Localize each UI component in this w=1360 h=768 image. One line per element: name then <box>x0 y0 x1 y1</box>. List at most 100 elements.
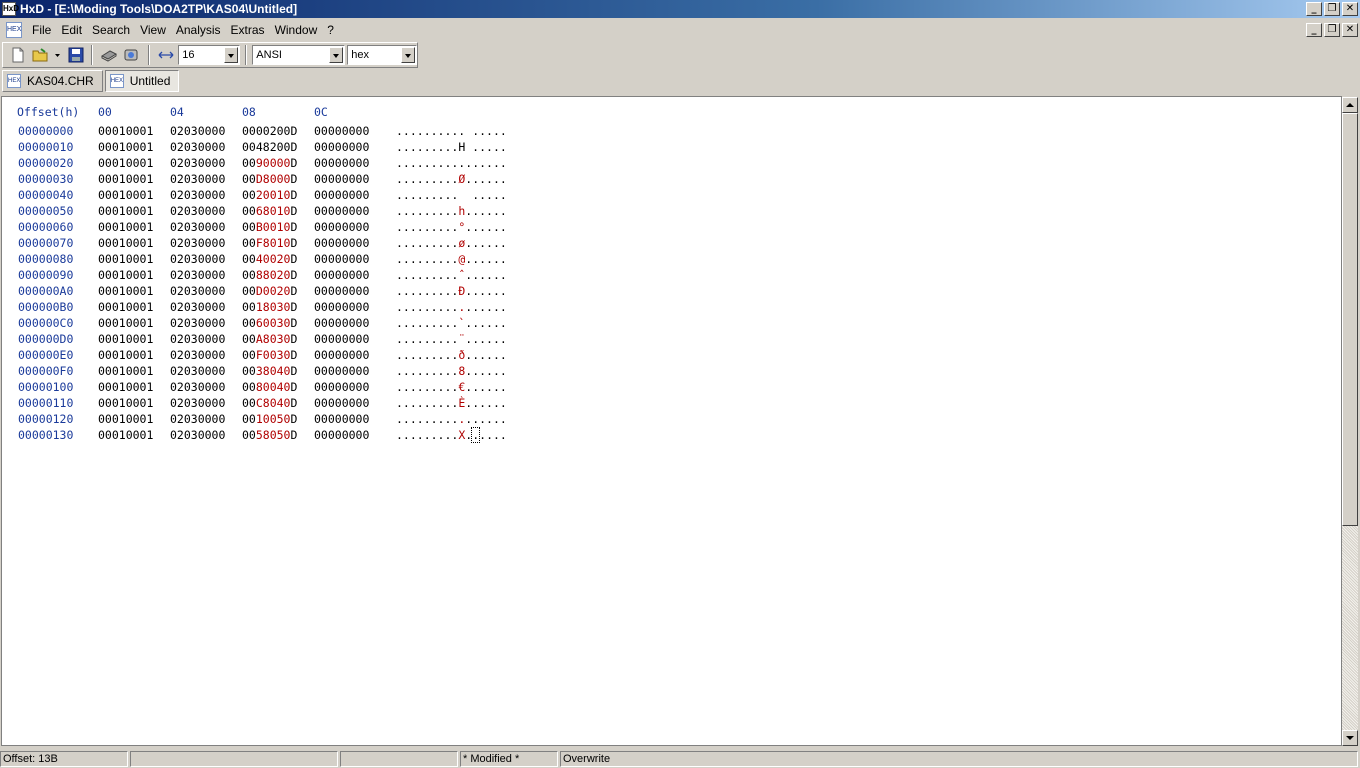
new-file-icon[interactable] <box>7 44 28 66</box>
row-offset[interactable]: 000000D0 <box>18 331 73 347</box>
row-offset[interactable]: 00000120 <box>18 411 73 427</box>
ascii-text[interactable]: .........8...... <box>396 363 507 379</box>
ascii-text[interactable]: .........h...... <box>396 203 507 219</box>
hex-row[interactable]: 00000130 00010001 02030000 0058050D 00000000… <box>2 427 602 443</box>
hex-group[interactable]: 00010001 <box>98 203 153 219</box>
hex-group[interactable]: 00010001 <box>98 331 153 347</box>
hex-group[interactable]: 0000200D <box>242 123 297 139</box>
hex-group[interactable]: 00010001 <box>98 283 153 299</box>
row-offset[interactable]: 000000E0 <box>18 347 73 363</box>
hex-group[interactable]: 0038040D <box>242 363 297 379</box>
hex-row[interactable]: 00000000 00010001 02030000 0000200D 00000000… <box>2 123 602 139</box>
hex-group[interactable]: 02030000 <box>170 155 225 171</box>
hex-group[interactable]: 00000000 <box>314 363 369 379</box>
hex-group[interactable]: 00B0010D <box>242 219 297 235</box>
hex-group[interactable]: 0088020D <box>242 267 297 283</box>
hex-row[interactable]: 00000060 00010001 02030000 00B0010D 00000000… <box>2 219 602 235</box>
open-ram-icon[interactable] <box>122 44 143 66</box>
hex-group[interactable]: 02030000 <box>170 315 225 331</box>
ascii-text[interactable]: .........€...... <box>396 379 507 395</box>
row-offset[interactable]: 000000C0 <box>18 315 73 331</box>
hex-group[interactable]: 02030000 <box>170 427 225 443</box>
hex-group[interactable]: 02030000 <box>170 395 225 411</box>
hex-group[interactable]: 02030000 <box>170 203 225 219</box>
hex-group[interactable]: 00000000 <box>314 427 369 443</box>
row-offset[interactable]: 00000060 <box>18 219 73 235</box>
hex-group[interactable]: 0068010D <box>242 203 297 219</box>
ascii-text[interactable]: .......... ..... <box>396 123 507 139</box>
hex-group[interactable]: 00010001 <box>98 219 153 235</box>
chevron-down-icon[interactable] <box>401 47 416 63</box>
row-offset[interactable]: 00000000 <box>18 123 73 139</box>
ascii-text[interactable]: .........ˆ...... <box>396 267 507 283</box>
mdi-minimize-button[interactable]: _ <box>1306 23 1322 37</box>
hex-group[interactable]: 02030000 <box>170 411 225 427</box>
hex-row[interactable]: 00000030 00010001 02030000 00D8000D 00000000… <box>2 171 602 187</box>
scroll-up-icon[interactable] <box>1342 97 1358 113</box>
row-offset[interactable]: 00000020 <box>18 155 73 171</box>
row-offset[interactable]: 00000130 <box>18 427 73 443</box>
hex-row[interactable]: 000000E0 00010001 02030000 00F0030D 00000000… <box>2 347 602 363</box>
hex-row[interactable]: 00000050 00010001 02030000 0068010D 00000000… <box>2 203 602 219</box>
chevron-down-icon[interactable] <box>224 47 239 63</box>
hex-row[interactable]: 000000F0 00010001 02030000 0038040D 00000000… <box>2 363 602 379</box>
hex-row[interactable]: 00000020 00010001 02030000 0090000D 00000000… <box>2 155 602 171</box>
restore-button[interactable]: ❐ <box>1324 2 1340 16</box>
hex-group[interactable]: 00000000 <box>314 267 369 283</box>
hex-group[interactable]: 0048200D <box>242 139 297 155</box>
hex-group[interactable]: 00000000 <box>314 171 369 187</box>
hex-group[interactable]: 0058050D <box>242 427 297 443</box>
ascii-text[interactable]: .........Ð...... <box>396 283 507 299</box>
hex-group[interactable]: 0020010D <box>242 187 297 203</box>
ascii-text[interactable]: .........H ..... <box>396 139 507 155</box>
hex-group[interactable]: 00010001 <box>98 123 153 139</box>
hex-group[interactable]: 00D8000D <box>242 171 297 187</box>
hex-group[interactable]: 00010001 <box>98 267 153 283</box>
hex-row[interactable]: 000000A0 00010001 02030000 00D0020D 00000000… <box>2 283 602 299</box>
hex-group[interactable]: 00010001 <box>98 251 153 267</box>
hex-group[interactable]: 00010001 <box>98 299 153 315</box>
hex-group[interactable]: 02030000 <box>170 219 225 235</box>
hex-group[interactable]: 00010001 <box>98 139 153 155</box>
row-offset[interactable]: 00000070 <box>18 235 73 251</box>
hex-row[interactable]: 00000110 00010001 02030000 00C8040D 00000000… <box>2 395 602 411</box>
hex-row[interactable]: 00000010 00010001 02030000 0048200D 00000000… <box>2 139 602 155</box>
menu-help[interactable]: ? <box>323 20 340 40</box>
hex-group[interactable]: 00000000 <box>314 395 369 411</box>
ascii-text[interactable]: .........`...... <box>396 315 507 331</box>
hex-group[interactable]: 00000000 <box>314 187 369 203</box>
hex-group[interactable]: 02030000 <box>170 379 225 395</box>
close-button[interactable]: ✕ <box>1342 2 1358 16</box>
hex-group[interactable]: 02030000 <box>170 123 225 139</box>
hex-group[interactable]: 02030000 <box>170 283 225 299</box>
hex-group[interactable]: 00000000 <box>314 203 369 219</box>
tab-untitled[interactable]: HEX Untitled <box>104 70 180 92</box>
row-offset[interactable]: 00000050 <box>18 203 73 219</box>
hex-row[interactable]: 00000070 00010001 02030000 00F8010D 00000000… <box>2 235 602 251</box>
hex-group[interactable]: 0010050D <box>242 411 297 427</box>
row-offset[interactable]: 000000A0 <box>18 283 73 299</box>
hex-group[interactable]: 00010001 <box>98 171 153 187</box>
scroll-thumb[interactable] <box>1342 113 1358 526</box>
hex-group[interactable]: 00000000 <box>314 235 369 251</box>
hex-group[interactable]: 02030000 <box>170 347 225 363</box>
hex-group[interactable]: 00A8030D <box>242 331 297 347</box>
hex-group[interactable]: 0080040D <box>242 379 297 395</box>
hex-group[interactable]: 00010001 <box>98 347 153 363</box>
ascii-text[interactable]: .........@...... <box>396 251 507 267</box>
ascii-text[interactable]: .........ð...... <box>396 347 507 363</box>
scroll-down-icon[interactable] <box>1342 730 1358 746</box>
ascii-text[interactable]: ................ <box>396 299 507 315</box>
hex-group[interactable]: 0090000D <box>242 155 297 171</box>
hex-group[interactable]: 02030000 <box>170 139 225 155</box>
hex-group[interactable]: 0040020D <box>242 251 297 267</box>
hex-group[interactable]: 00D0020D <box>242 283 297 299</box>
ascii-text[interactable]: .........È...... <box>396 395 507 411</box>
ascii-text[interactable]: ......... ..... <box>396 187 507 203</box>
document-icon[interactable]: HEX <box>6 22 22 38</box>
ascii-text[interactable]: .........°...... <box>396 219 507 235</box>
hex-row[interactable]: 000000B0 00010001 02030000 0018030D 00000000… <box>2 299 602 315</box>
menu-extras[interactable]: Extras <box>227 20 271 40</box>
row-offset[interactable]: 00000100 <box>18 379 73 395</box>
hex-row[interactable]: 00000040 00010001 02030000 0020010D 00000000… <box>2 187 602 203</box>
